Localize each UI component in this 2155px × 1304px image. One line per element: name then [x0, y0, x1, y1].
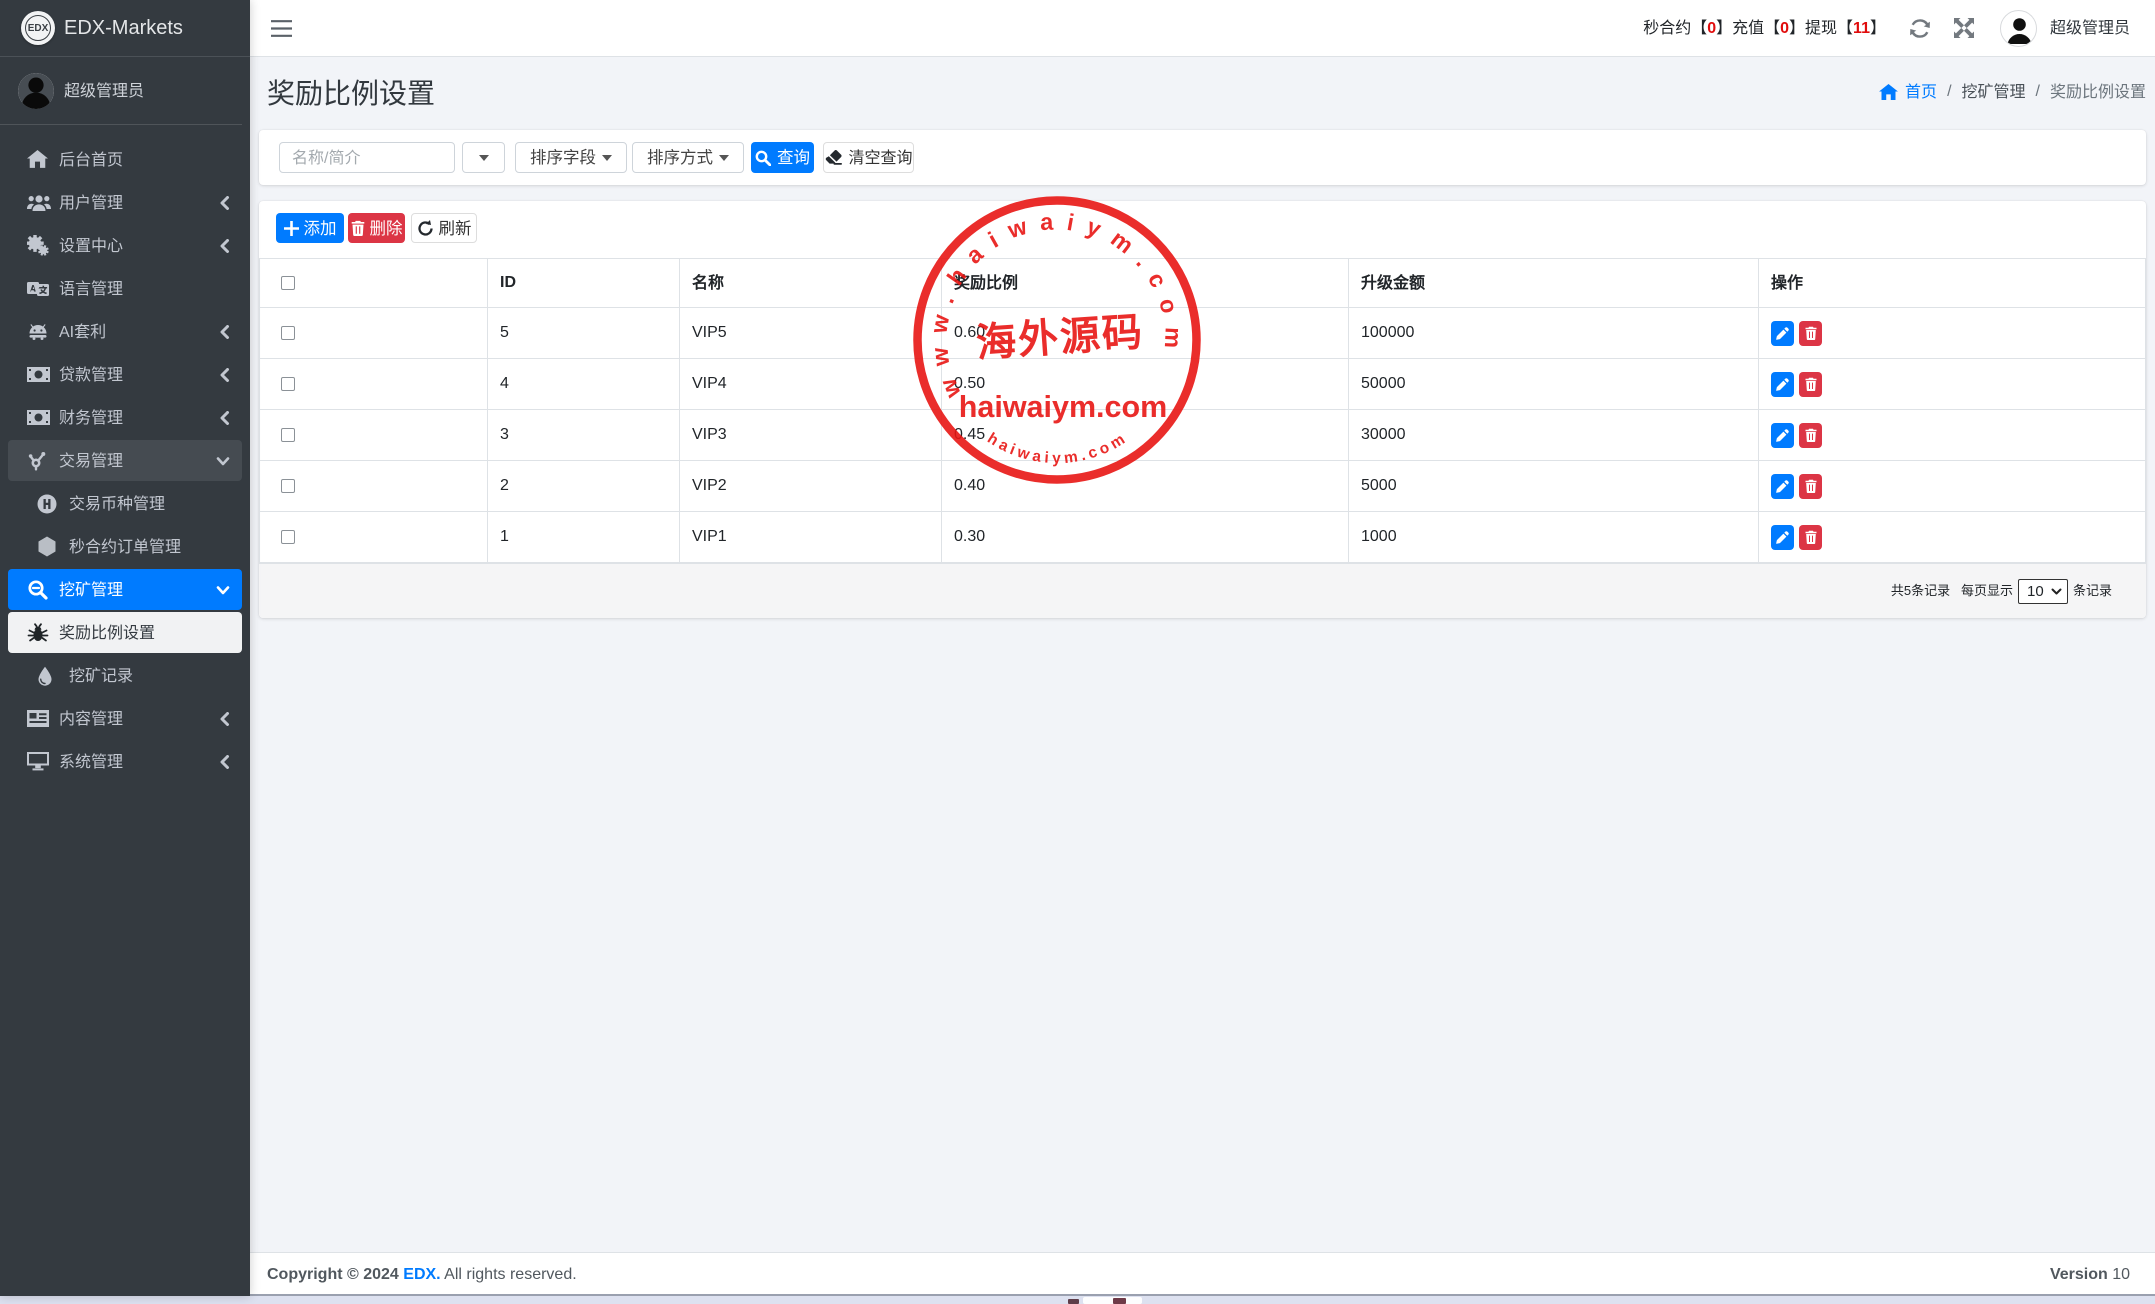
svg-text:海外源码: 海外源码: [975, 310, 1146, 366]
svg-text:haiwaiym.com: haiwaiym.com: [984, 429, 1131, 467]
svg-text:haiwaiym.com: haiwaiym.com: [959, 390, 1168, 424]
